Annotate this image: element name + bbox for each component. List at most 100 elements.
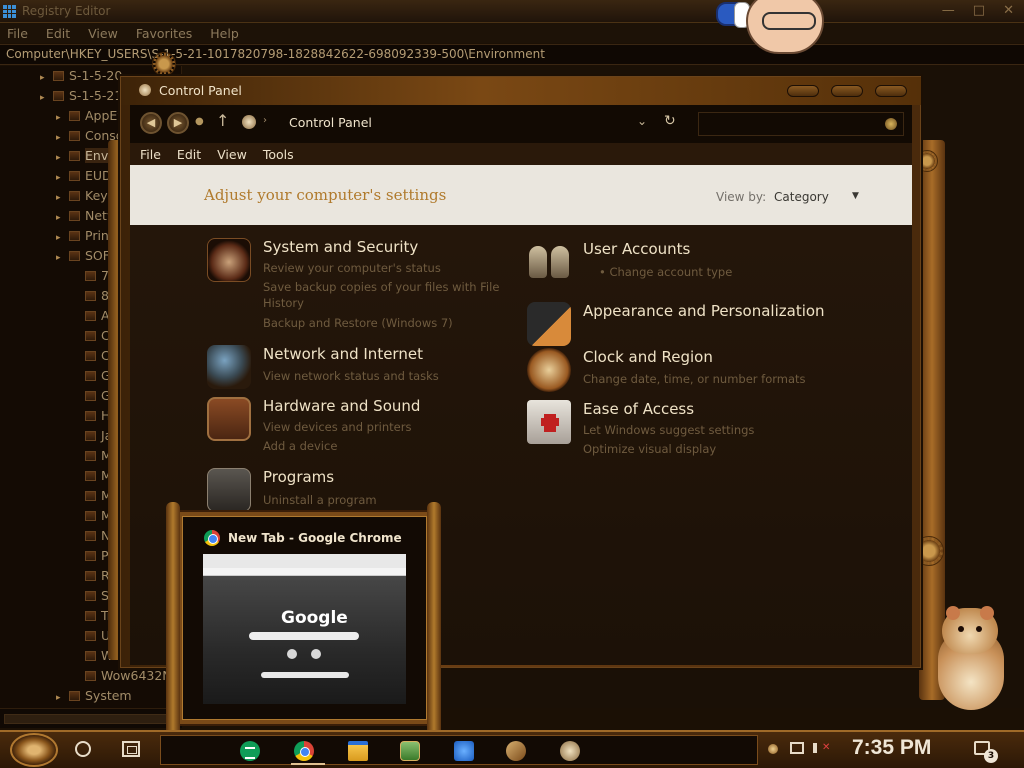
category-link[interactable]: Optimize visual display — [583, 442, 716, 456]
category-link[interactable]: History — [263, 296, 304, 310]
close-button[interactable] — [875, 85, 907, 97]
expand-arrow-icon[interactable]: ▸ — [40, 68, 50, 88]
expand-arrow-icon[interactable]: ▸ — [40, 88, 50, 108]
category-title[interactable]: Ease of Access — [583, 400, 694, 418]
taskbar-clock[interactable]: 7:35 PM — [852, 736, 931, 760]
chevron-down-icon[interactable]: ⌄ — [637, 114, 647, 128]
character-hand — [716, 2, 750, 28]
expand-arrow-icon[interactable]: ▸ — [56, 248, 66, 268]
taskbar-app-sheets[interactable] — [233, 738, 267, 764]
taskbar-app-xbox[interactable] — [393, 738, 427, 764]
category-link[interactable]: Change date, time, or number formats — [583, 372, 806, 386]
users-icon[interactable] — [527, 240, 571, 284]
expand-arrow-icon[interactable]: ▸ — [56, 208, 66, 228]
close-icon[interactable]: ✕ — [1003, 3, 1014, 18]
clock-icon[interactable] — [527, 348, 571, 392]
menu-view[interactable]: View — [217, 147, 247, 162]
menu-view[interactable]: View — [88, 26, 118, 41]
minimize-icon[interactable]: — — [942, 3, 955, 18]
expand-arrow-icon[interactable]: ▸ — [56, 228, 66, 248]
folder-icon — [85, 371, 96, 381]
sheets-icon — [240, 741, 260, 761]
expand-arrow-icon[interactable]: ▸ — [56, 108, 66, 128]
registry-horizontal-scrollbar[interactable] — [0, 708, 182, 728]
taskbar-app-control-panel[interactable] — [553, 738, 587, 764]
category-link[interactable]: Add a device — [263, 439, 337, 453]
tree-node[interactable]: ▸ System — [56, 686, 132, 706]
menu-favorites[interactable]: Favorites — [136, 26, 192, 41]
recent-locations-chevron-icon[interactable]: ● — [195, 116, 204, 127]
category-title[interactable]: Appearance and Personalization — [583, 302, 825, 320]
category-link[interactable]: Save backup copies of your files with Fi… — [263, 280, 499, 294]
chrome-taskbar-thumbnail[interactable]: New Tab - Google Chrome Google — [166, 502, 441, 738]
expand-arrow-icon[interactable]: ▸ — [56, 148, 66, 168]
minimize-button[interactable] — [787, 85, 819, 97]
address-breadcrumb[interactable]: Control Panel — [289, 115, 372, 130]
tree-node[interactable]: ▸ S-1-5-20 — [40, 66, 122, 86]
search-icon[interactable] — [885, 118, 897, 130]
forward-button[interactable]: ▶ — [167, 112, 189, 134]
expand-arrow-icon[interactable]: ▸ — [56, 688, 66, 708]
category-title[interactable]: User Accounts — [583, 240, 690, 258]
category-ease-of-access: Ease of Access Let Windows suggest setti… — [527, 400, 827, 460]
expand-arrow-icon[interactable]: ▸ — [56, 168, 66, 188]
cortana-icon[interactable] — [75, 741, 91, 757]
category-title[interactable]: Hardware and Sound — [263, 397, 420, 415]
control-panel-title-bar[interactable]: Control Panel — [121, 77, 921, 105]
chevron-down-icon[interactable]: ▼ — [852, 191, 859, 201]
back-button[interactable]: ◀ — [140, 112, 162, 134]
expand-arrow-icon[interactable]: ▸ — [56, 128, 66, 148]
menu-edit[interactable]: Edit — [46, 26, 70, 41]
category-link[interactable]: Review your computer's status — [263, 261, 441, 275]
maximize-button[interactable] — [831, 85, 863, 97]
folder-icon — [85, 351, 96, 361]
folder-icon — [85, 511, 96, 521]
registry-title-bar[interactable]: Registry Editor — □ ✕ — [0, 0, 1024, 23]
refresh-icon[interactable]: ↻ — [664, 113, 676, 129]
network-icon[interactable] — [790, 742, 804, 754]
start-button[interactable] — [10, 733, 58, 767]
menu-help[interactable]: Help — [210, 26, 239, 41]
category-link[interactable]: Let Windows suggest settings — [583, 423, 754, 437]
category-title[interactable]: Network and Internet — [263, 345, 423, 363]
address-bar[interactable]: › Control Panel ⌄ — [236, 111, 672, 136]
menu-file[interactable]: File — [140, 147, 161, 162]
category-title[interactable]: Programs — [263, 468, 334, 486]
palette-icon[interactable] — [527, 302, 571, 346]
search-input[interactable] — [698, 112, 904, 136]
programs-icon[interactable] — [207, 468, 251, 512]
first-aid-icon[interactable] — [527, 400, 571, 444]
menu-file[interactable]: File — [7, 26, 28, 41]
tray-overflow-icon[interactable] — [768, 744, 778, 754]
category-title[interactable]: System and Security — [263, 238, 418, 256]
category-link[interactable]: View network status and tasks — [263, 369, 439, 383]
tree-node[interactable]: ▸ S-1-5-21 — [40, 86, 122, 106]
taskbar-app-file-explorer[interactable] — [341, 738, 375, 764]
folder-icon — [85, 671, 96, 681]
category-link[interactable]: • Change account type — [599, 265, 732, 279]
shield-icon[interactable] — [207, 238, 251, 282]
taskbar-app-chrome[interactable] — [287, 738, 321, 764]
task-view-icon[interactable] — [122, 741, 140, 757]
globe-icon[interactable] — [207, 345, 251, 389]
category-link[interactable]: View devices and printers — [263, 420, 411, 434]
category-link[interactable]: Uninstall a program — [263, 493, 377, 507]
menu-edit[interactable]: Edit — [177, 147, 201, 162]
folder-icon — [85, 311, 96, 321]
chevron-right-icon[interactable]: › — [263, 115, 267, 126]
hamster-gadget-image[interactable] — [930, 606, 1010, 710]
view-by-dropdown[interactable]: Category — [774, 190, 829, 204]
maximize-icon[interactable]: □ — [973, 3, 985, 18]
google-logo: Google — [281, 608, 348, 628]
volume-icon[interactable] — [813, 743, 821, 753]
menu-tools[interactable]: Tools — [263, 147, 294, 162]
printer-icon[interactable] — [207, 397, 251, 441]
thumbnail-preview[interactable]: Google — [203, 554, 406, 704]
category-link[interactable]: Backup and Restore (Windows 7) — [263, 316, 453, 330]
expand-arrow-icon[interactable]: ▸ — [56, 188, 66, 208]
category-title[interactable]: Clock and Region — [583, 348, 713, 366]
up-arrow-icon[interactable]: ↑ — [216, 111, 229, 130]
taskbar-app-tools[interactable] — [499, 738, 533, 764]
taskbar-app-puzzle[interactable] — [447, 738, 481, 764]
scrollbar-thumb[interactable] — [4, 714, 174, 724]
